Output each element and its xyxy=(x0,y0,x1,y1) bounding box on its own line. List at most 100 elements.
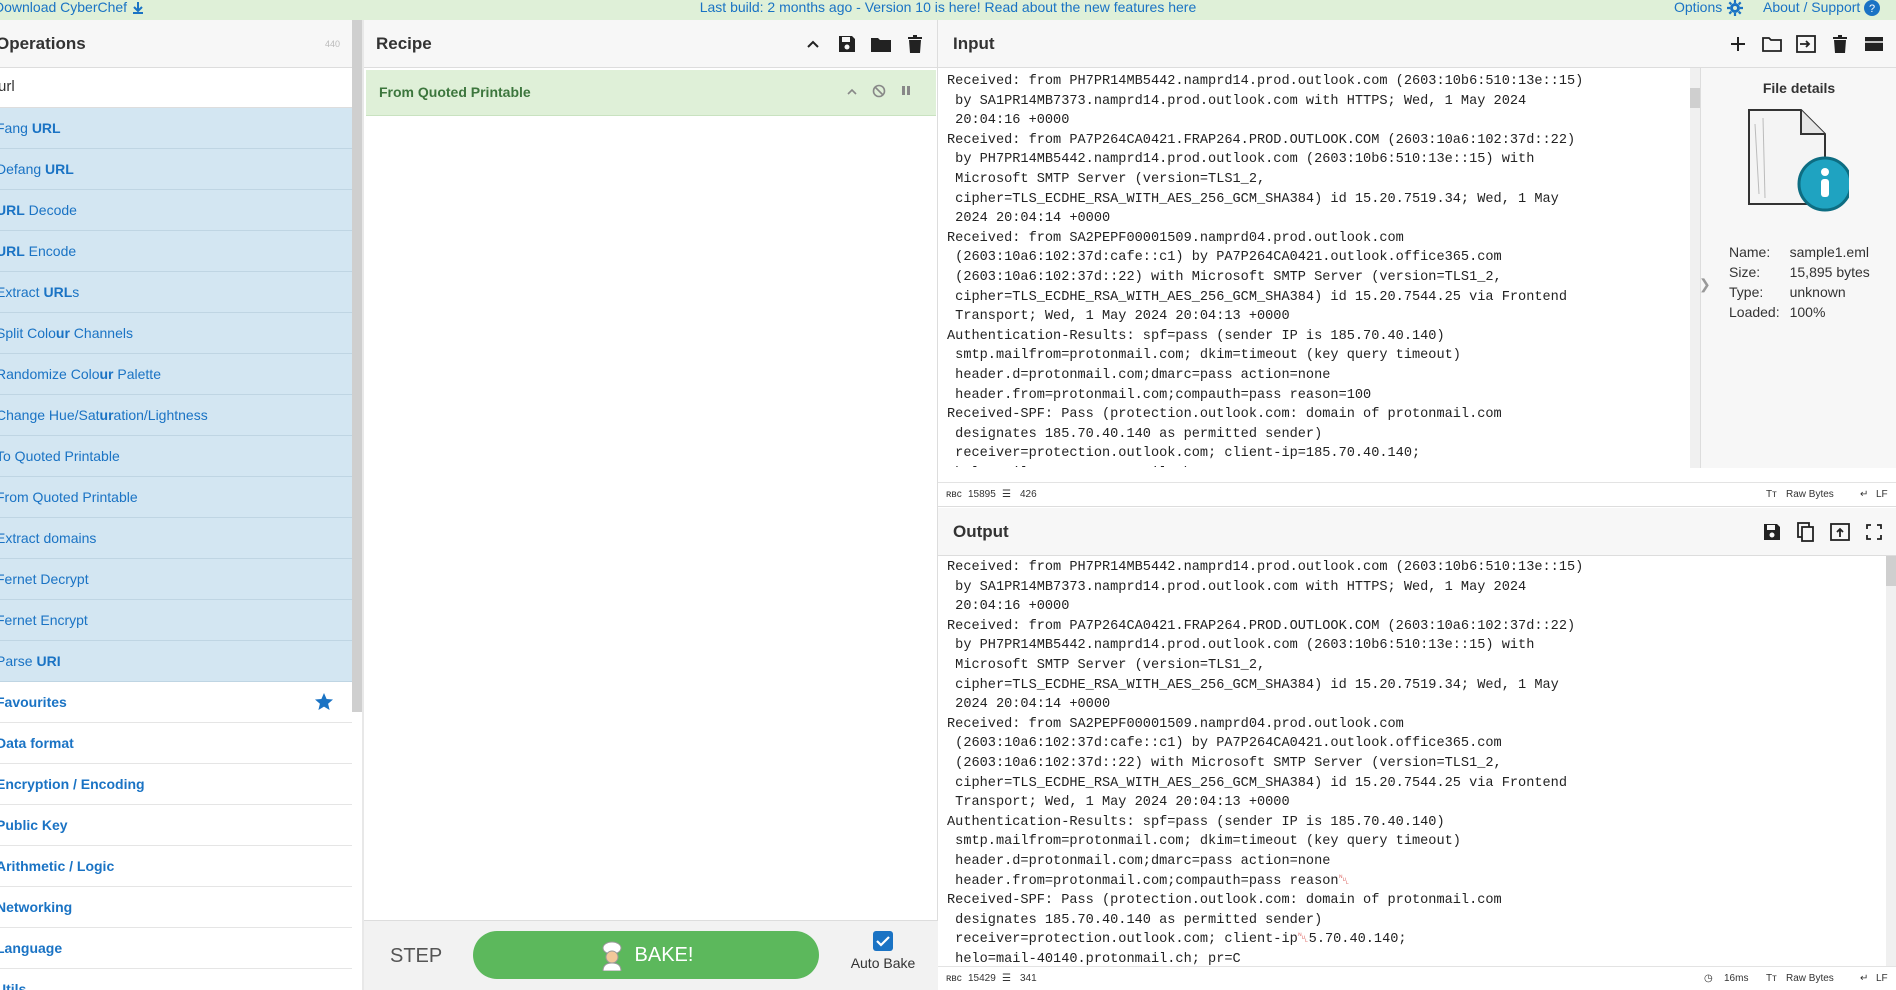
output-line: 20:04:16 +0000 xyxy=(947,599,1070,615)
output-line: by SA1PR14MB7373.namprd14.prod.outlook.c… xyxy=(947,579,1527,595)
replace-input-icon[interactable] xyxy=(1830,522,1850,542)
plus-icon[interactable] xyxy=(1728,34,1748,54)
gear-icon xyxy=(1727,0,1744,17)
category-label: Arithmetic / Logic xyxy=(0,858,115,874)
input-line: 20:04:16 +0000 xyxy=(947,113,1070,129)
disable-icon[interactable] xyxy=(872,84,886,103)
operation-result-item[interactable]: Parse URI xyxy=(0,641,352,682)
top-banner: Download CyberChef Last build: 2 months … xyxy=(0,0,1896,20)
search-value: url xyxy=(0,78,15,95)
input-scrollbar[interactable] xyxy=(1690,68,1700,468)
version-notice-link[interactable]: Last build: 2 months ago - Version 10 is… xyxy=(0,0,1896,14)
chevron-up-icon[interactable] xyxy=(846,84,858,103)
operation-name-part: ation/Lightness xyxy=(113,407,208,423)
category-item[interactable]: Encryption / Encoding xyxy=(0,764,352,805)
auto-bake-checkbox[interactable] xyxy=(873,931,893,951)
output-line: (2603:10a6:102:37d::22) with Microsoft S… xyxy=(947,755,1502,771)
operation-name-match: ur xyxy=(55,325,70,341)
category-label: Data format xyxy=(0,735,74,751)
operation-result-item[interactable]: Split Colour Channels xyxy=(0,313,352,354)
operation-name-match: ur xyxy=(99,407,114,423)
operation-name-part: Extract domains xyxy=(0,530,97,546)
operation-name-part: Split Colo xyxy=(0,325,56,341)
svg-text:?: ? xyxy=(1869,3,1875,15)
options-link[interactable]: Options xyxy=(1674,0,1744,17)
about-link[interactable]: About / Support ? xyxy=(1763,0,1881,17)
recipe-panel: Recipe From Quoted Printable xyxy=(364,20,938,990)
category-item[interactable]: Language xyxy=(0,928,352,969)
operation-result-item[interactable]: Defang URL xyxy=(0,149,352,190)
line-count-icon: ☰ xyxy=(1002,973,1011,984)
category-list: Favourites Data format Encryption / Encodi… xyxy=(0,682,352,990)
category-item[interactable]: Arithmetic / Logic xyxy=(0,846,352,887)
operation-result-item[interactable]: Fernet Encrypt xyxy=(0,600,352,641)
operation-result-item[interactable]: From Quoted Printable xyxy=(0,477,352,518)
input-line: Received: from SA2PEPF00001509.namprd04.… xyxy=(947,230,1404,246)
char-count-icon: ʀʙᴄ xyxy=(946,973,962,984)
category-item[interactable]: Data format xyxy=(0,723,352,764)
operation-result-item[interactable]: Extract domains xyxy=(0,518,352,559)
pause-icon[interactable] xyxy=(900,84,912,103)
trash-icon[interactable] xyxy=(905,34,925,54)
text-encoding-icon[interactable]: Tт xyxy=(1766,489,1777,500)
control-char-marker: ␀ xyxy=(1297,932,1309,948)
copy-icon[interactable] xyxy=(1796,522,1816,542)
operation-result-item[interactable]: Fang URL xyxy=(0,108,352,149)
eol-icon: ↵ xyxy=(1860,973,1869,984)
input-header: Input xyxy=(938,20,1896,68)
category-label: Networking xyxy=(0,899,73,915)
bake-bar: STEP BAKE! Auto Bake xyxy=(364,920,938,990)
open-file-icon[interactable] xyxy=(1796,34,1816,54)
input-line: designates 185.70.40.140 as permitted se… xyxy=(947,426,1323,442)
input-textarea[interactable]: Received: from PH7PR14MB5442.namprd14.pr… xyxy=(938,72,1690,467)
input-line: smtp.mailfrom=protonmail.com; dkim=timeo… xyxy=(947,348,1461,364)
operation-result-item[interactable]: Fernet Decrypt xyxy=(0,559,352,600)
input-eol[interactable]: LF xyxy=(1876,489,1888,500)
maximise-icon[interactable] xyxy=(1864,522,1884,542)
file-size: 15,895 bytes xyxy=(1789,264,1870,280)
operation-result-item[interactable]: Extract URLs xyxy=(0,272,352,313)
layout-icon[interactable] xyxy=(1864,34,1884,54)
category-item[interactable]: Networking xyxy=(0,887,352,928)
file-name: sample1.eml xyxy=(1789,244,1869,260)
category-item[interactable]: Utils xyxy=(0,969,352,990)
category-item[interactable]: Public Key xyxy=(0,805,352,846)
output-eol[interactable]: LF xyxy=(1876,973,1888,984)
input-line: header.from=protonmail.com;compauth=pass… xyxy=(947,387,1372,403)
output-title: Output xyxy=(953,522,1009,541)
bake-button[interactable]: BAKE! xyxy=(473,931,819,979)
operation-name-match: URL xyxy=(43,284,73,300)
auto-bake-toggle[interactable]: Auto Bake xyxy=(848,931,918,971)
save-icon[interactable] xyxy=(1762,522,1782,542)
operation-result-item[interactable]: URL Encode xyxy=(0,231,352,272)
chef-icon xyxy=(602,941,622,972)
trash-icon[interactable] xyxy=(1830,34,1850,54)
output-textarea[interactable]: Received: from PH7PR14MB5442.namprd14.pr… xyxy=(938,558,1883,976)
folder-icon[interactable] xyxy=(871,34,891,54)
operation-result-item[interactable]: To Quoted Printable xyxy=(0,436,352,477)
category-item[interactable]: Favourites xyxy=(0,682,352,723)
operation-result-item[interactable]: URL Decode xyxy=(0,190,352,231)
collapse-arrow-icon[interactable]: ❯ xyxy=(1699,276,1711,293)
output-encoding[interactable]: Raw Bytes xyxy=(1786,973,1834,984)
recipe-step-from-quoted-printable[interactable]: From Quoted Printable xyxy=(366,70,936,116)
operation-result-item[interactable]: Randomize Colour Palette xyxy=(0,354,352,395)
operation-result-item[interactable]: Change Hue/Saturation/Lightness xyxy=(0,395,352,436)
step-button[interactable]: STEP xyxy=(390,945,442,968)
file-details-table: Name: sample1.eml Size: 15,895 bytes Type:… xyxy=(1729,244,1880,324)
operations-scrollbar[interactable] xyxy=(352,20,362,712)
operations-search-input[interactable]: url xyxy=(0,68,352,108)
output-scrollbar[interactable] xyxy=(1886,556,1896,966)
input-line: helo=mail-40140.protonmail.ch; pr=C xyxy=(947,464,1690,467)
output-line: Received: from PH7PR14MB5442.namprd14.pr… xyxy=(947,560,1584,575)
operations-count: 440 xyxy=(324,39,340,49)
input-line: Transport; Wed, 1 May 2024 20:04:13 +000… xyxy=(947,309,1290,325)
operation-name-part: Defang xyxy=(0,161,46,177)
input-encoding[interactable]: Raw Bytes xyxy=(1786,489,1834,500)
chevron-up-icon[interactable] xyxy=(803,34,823,54)
operation-name-part: s xyxy=(72,284,80,300)
output-line: cipher=TLS_ECDHE_RSA_WITH_AES_256_GCM_SH… xyxy=(947,677,1559,693)
save-icon[interactable] xyxy=(837,34,857,54)
folder-icon[interactable] xyxy=(1762,34,1782,54)
text-encoding-icon[interactable]: Tт xyxy=(1766,973,1777,984)
